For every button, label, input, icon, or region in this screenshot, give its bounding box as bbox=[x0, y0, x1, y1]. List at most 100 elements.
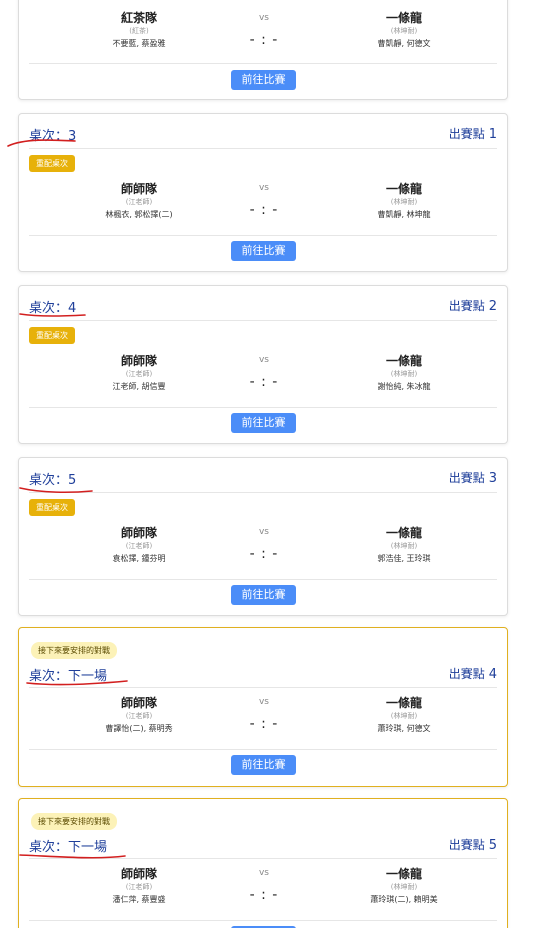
team-coach: (江老師) bbox=[125, 883, 153, 891]
divider bbox=[29, 858, 497, 859]
table-number: 桌次：下一場 bbox=[29, 840, 108, 855]
table-number: 桌次：下一場 bbox=[29, 669, 108, 684]
score: - : - bbox=[249, 32, 279, 48]
score: - : - bbox=[249, 202, 279, 218]
divider bbox=[29, 407, 497, 408]
team-coach: (林坤耐) bbox=[390, 712, 418, 720]
left-team: 師師隊 (江老師) 潘仁萍, 蔡豐盛 bbox=[64, 865, 214, 905]
team-name: 一條龍 bbox=[385, 354, 422, 368]
score-area: vs - : - bbox=[214, 355, 314, 390]
team-name: 紅茶隊 bbox=[120, 11, 157, 25]
table-number: 桌次：3 bbox=[29, 129, 77, 144]
score-area: vs - : - bbox=[214, 183, 314, 218]
team-players: 蕭玲琪(二), 賴明美 bbox=[370, 895, 438, 904]
go-to-match-button[interactable]: 前往比賽 bbox=[231, 755, 296, 775]
score: - : - bbox=[249, 716, 279, 732]
team-players: 謝怡純, 朱冰龍 bbox=[377, 382, 431, 391]
assigned-badge: 重配桌次 bbox=[29, 327, 75, 344]
card-header: 桌次：下一場 出賽點 5 bbox=[19, 836, 507, 856]
team-name: 一條龍 bbox=[385, 696, 422, 710]
team-name: 師師隊 bbox=[120, 867, 157, 881]
right-team: 一條龍 (林坤耐) 蕭玲琪(二), 賴明美 bbox=[329, 865, 479, 905]
go-to-match-button[interactable]: 前往比賽 bbox=[231, 70, 296, 90]
score: - : - bbox=[249, 546, 279, 562]
team-coach: (林坤耐) bbox=[390, 198, 418, 206]
venue-label: 出賽點 4 bbox=[448, 667, 497, 682]
divider bbox=[29, 579, 497, 580]
team-coach: (林坤耐) bbox=[390, 370, 418, 378]
team-players: 江老師, 胡信豐 bbox=[112, 382, 166, 391]
vs-label: vs bbox=[258, 697, 269, 707]
card-header: 桌次：4 出賽點 2 bbox=[19, 297, 507, 317]
team-name: 一條龍 bbox=[385, 867, 422, 881]
team-coach: (江老師) bbox=[125, 712, 153, 720]
team-name: 一條龍 bbox=[385, 11, 422, 25]
left-team: 紅茶隊 (紅茶) 不要藍, 蔡盈雅 bbox=[64, 9, 214, 49]
team-coach: (紅茶) bbox=[129, 27, 149, 35]
table-number: 桌次：4 bbox=[29, 301, 77, 316]
go-to-match-button[interactable]: 前往比賽 bbox=[231, 585, 296, 605]
vs-label: vs bbox=[258, 527, 269, 537]
divider bbox=[29, 749, 497, 750]
left-team: 師師隊 (江老師) 林楓衣, 郭松擇(二) bbox=[64, 180, 214, 220]
team-coach: (林坤耐) bbox=[390, 27, 418, 35]
assigned-badge: 重配桌次 bbox=[29, 499, 75, 516]
venue-label: 出賽點 1 bbox=[448, 127, 497, 142]
left-team: 師師隊 (江老師) 江老師, 胡信豐 bbox=[64, 352, 214, 392]
team-players: 潘仁萍, 蔡豐盛 bbox=[112, 895, 166, 904]
upcoming-tag: 接下來要安排的對戰 bbox=[31, 642, 117, 659]
divider bbox=[29, 63, 497, 64]
team-players: 林楓衣, 郭松擇(二) bbox=[105, 210, 173, 219]
team-name: 師師隊 bbox=[120, 696, 157, 710]
match-card: 桌次：5 出賽點 3 重配桌次 師師隊 (江老師) 袁松擇, 鍾芬明 vs - :… bbox=[18, 457, 508, 616]
team-players: 曹凱靜, 林坤龍 bbox=[377, 210, 431, 219]
team-players: 蕭玲琪, 何德文 bbox=[377, 724, 431, 733]
vs-label: vs bbox=[258, 355, 269, 365]
card-header: 桌次：下一場 出賽點 4 bbox=[19, 665, 507, 685]
card-header: 桌次：3 出賽點 1 bbox=[19, 125, 507, 145]
team-coach: (林坤耐) bbox=[390, 883, 418, 891]
score-area: vs - : - bbox=[214, 868, 314, 903]
match-card: 紅茶隊 (紅茶) 不要藍, 蔡盈雅 vs - : - 一條龍 (林坤耐) 曹凱靜… bbox=[18, 0, 508, 100]
left-team: 師師隊 (江老師) 袁松擇, 鍾芬明 bbox=[64, 524, 214, 564]
team-name: 師師隊 bbox=[120, 182, 157, 196]
upcoming-match-card: 接下來要安排的對戰 桌次：下一場 出賽點 5 師師隊 (江老師) 潘仁萍, 蔡豐盛… bbox=[18, 798, 508, 928]
vs-label: vs bbox=[258, 868, 269, 878]
upcoming-match-card: 接下來要安排的對戰 桌次：下一場 出賽點 4 師師隊 (江老師) 曹譯怡(二), … bbox=[18, 627, 508, 787]
score: - : - bbox=[249, 887, 279, 903]
go-to-match-button[interactable]: 前往比賽 bbox=[231, 413, 296, 433]
score-area: vs - : - bbox=[214, 697, 314, 732]
right-team: 一條龍 (林坤耐) 郭浩佳, 王玲琪 bbox=[329, 524, 479, 564]
team-coach: (江老師) bbox=[125, 370, 153, 378]
team-name: 師師隊 bbox=[120, 354, 157, 368]
table-number: 桌次：5 bbox=[29, 473, 77, 488]
card-header: 桌次：5 出賽點 3 bbox=[19, 469, 507, 489]
team-name: 師師隊 bbox=[120, 526, 157, 540]
venue-label: 出賽點 3 bbox=[448, 471, 497, 486]
team-name: 一條龍 bbox=[385, 526, 422, 540]
team-players: 袁松擇, 鍾芬明 bbox=[112, 554, 166, 563]
match-card: 桌次：4 出賽點 2 重配桌次 師師隊 (江老師) 江老師, 胡信豐 vs - :… bbox=[18, 285, 508, 444]
assigned-badge: 重配桌次 bbox=[29, 155, 75, 172]
team-coach: (林坤耐) bbox=[390, 542, 418, 550]
right-team: 一條龍 (林坤耐) 蕭玲琪, 何德文 bbox=[329, 694, 479, 734]
vs-label: vs bbox=[258, 13, 269, 23]
match-card: 桌次：3 出賽點 1 重配桌次 師師隊 (江老師) 林楓衣, 郭松擇(二) vs … bbox=[18, 113, 508, 272]
left-team: 師師隊 (江老師) 曹譯怡(二), 蔡明秀 bbox=[64, 694, 214, 734]
team-players: 曹譯怡(二), 蔡明秀 bbox=[105, 724, 173, 733]
team-coach: (江老師) bbox=[125, 542, 153, 550]
right-team: 一條龍 (林坤耐) 謝怡純, 朱冰龍 bbox=[329, 352, 479, 392]
team-players: 曹凱靜, 何德文 bbox=[377, 39, 431, 48]
right-team: 一條龍 (林坤耐) 曹凱靜, 林坤龍 bbox=[329, 180, 479, 220]
score-area: vs - : - bbox=[214, 13, 314, 48]
divider bbox=[29, 920, 497, 921]
venue-label: 出賽點 2 bbox=[448, 299, 497, 314]
upcoming-tag: 接下來要安排的對戰 bbox=[31, 813, 117, 830]
divider bbox=[29, 320, 497, 321]
team-players: 郭浩佳, 王玲琪 bbox=[377, 554, 431, 563]
go-to-match-button[interactable]: 前往比賽 bbox=[231, 241, 296, 261]
divider bbox=[29, 492, 497, 493]
team-players: 不要藍, 蔡盈雅 bbox=[112, 39, 166, 48]
score: - : - bbox=[249, 374, 279, 390]
right-team: 一條龍 (林坤耐) 曹凱靜, 何德文 bbox=[329, 9, 479, 49]
